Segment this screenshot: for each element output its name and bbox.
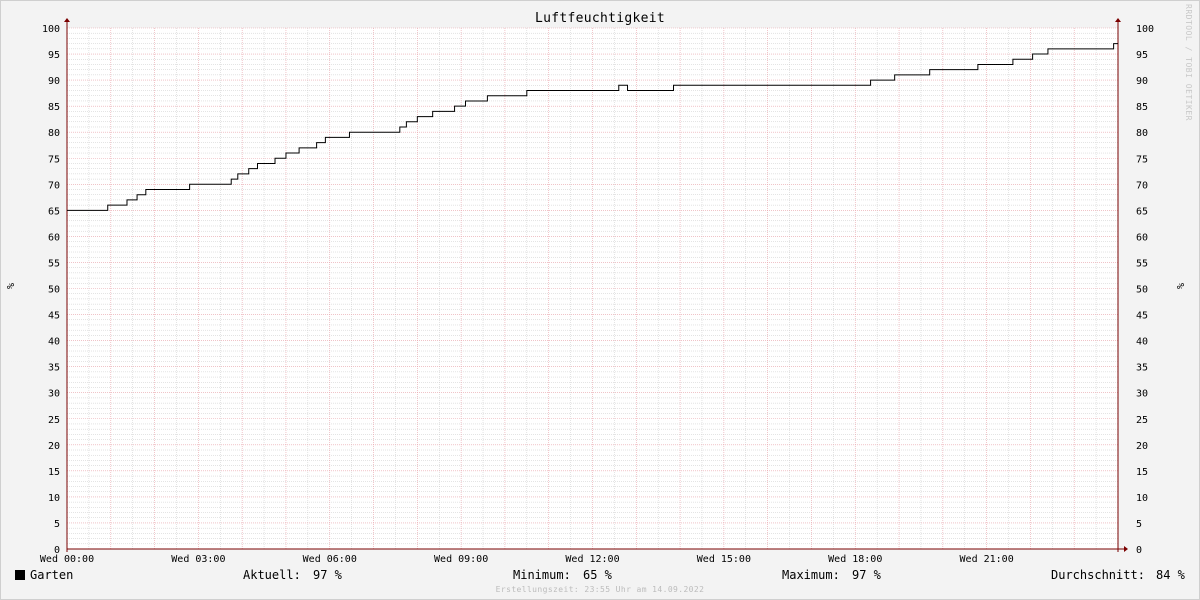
y-tick-label-right: 80 <box>1136 128 1148 139</box>
y-tick-label-right: 45 <box>1136 311 1148 322</box>
x-tick-label: Wed 18:00 <box>828 554 882 565</box>
y-tick-label-left: 80 <box>48 128 60 139</box>
y-tick-label-left: 45 <box>48 311 60 322</box>
y-tick-label-left: 50 <box>48 285 60 296</box>
y-tick-label-left: 35 <box>48 363 60 374</box>
legend-avg-value: 84 % <box>1156 568 1185 582</box>
x-tick-label: Wed 00:00 <box>40 554 94 565</box>
y-tick-label-right: 60 <box>1136 232 1148 243</box>
y-tick-label-right: 15 <box>1136 467 1148 478</box>
y-tick-label-right: 70 <box>1136 180 1148 191</box>
y-tick-label-left: 95 <box>48 50 60 61</box>
y-tick-label-right: 10 <box>1136 493 1148 504</box>
y-tick-label-left: 100 <box>42 24 60 35</box>
y-tick-label-left: 65 <box>48 206 60 217</box>
legend-current-value: 97 % <box>313 568 342 582</box>
chart-canvas: 0 05 510 1015 1520 2025 2530 3035 3540 4045 4550 50… <box>40 18 1154 565</box>
legend-min-value: 65 % <box>583 568 612 582</box>
y-tick-label-right: 25 <box>1136 415 1148 426</box>
x-tick-label: Wed 06:00 <box>303 554 357 565</box>
x-tick-label: Wed 15:00 <box>697 554 751 565</box>
y-tick-label-left: 30 <box>48 389 60 400</box>
y-tick-label-right: 5 <box>1136 519 1142 530</box>
y-tick-label-left: 90 <box>48 76 60 87</box>
y-tick-label-right: 40 <box>1136 337 1148 348</box>
y-tick-label-right: 90 <box>1136 76 1148 87</box>
x-tick-label: Wed 09:00 <box>434 554 488 565</box>
x-tick-label: Wed 03:00 <box>171 554 225 565</box>
y-tick-label-right: 20 <box>1136 441 1148 452</box>
legend-avg-label: Durchschnitt: <box>1051 568 1145 582</box>
y-tick-label-left: 25 <box>48 415 60 426</box>
y-tick-label-left: 5 <box>54 519 60 530</box>
x-axis-arrow <box>1124 546 1128 552</box>
legend-swatch <box>15 570 25 580</box>
y-tick-label-left: 60 <box>48 232 60 243</box>
legend-max-label: Maximum: <box>782 568 840 582</box>
legend-min-label: Minimum: <box>513 568 571 582</box>
y-tick-label-right: 55 <box>1136 258 1148 269</box>
y-tick-label-right: 95 <box>1136 50 1148 61</box>
x-tick-label: Wed 12:00 <box>565 554 619 565</box>
y-tick-label-left: 70 <box>48 180 60 191</box>
y-tick-label-right: 30 <box>1136 389 1148 400</box>
legend-current-label: Aktuell: <box>243 568 301 582</box>
y-tick-label-left: 55 <box>48 258 60 269</box>
y-tick-label-right: 75 <box>1136 154 1148 165</box>
legend-row: Garten Aktuell: 97 % Minimum: 65 % Maxim… <box>0 568 1200 584</box>
y-tick-label-left: 10 <box>48 493 60 504</box>
y-tick-label-left: 20 <box>48 441 60 452</box>
y-tick-label-left: 85 <box>48 102 60 113</box>
y-tick-label-left: 15 <box>48 467 60 478</box>
y-tick-label-right: 100 <box>1136 24 1154 35</box>
y-axis-left-arrow <box>64 18 70 22</box>
y-tick-label-left: 75 <box>48 154 60 165</box>
y-axis-right-arrow <box>1115 18 1121 22</box>
y-tick-label-right: 50 <box>1136 285 1148 296</box>
legend-series-name: Garten <box>30 568 74 582</box>
y-tick-label-right: 85 <box>1136 102 1148 113</box>
y-tick-label-right: 65 <box>1136 206 1148 217</box>
y-tick-label-left: 40 <box>48 337 60 348</box>
creation-timestamp: Erstellungszeit: 23:55 Uhr am 14.09.2022 <box>495 585 705 594</box>
legend-max-value: 97 % <box>852 568 881 582</box>
y-tick-label-right: 35 <box>1136 363 1148 374</box>
y-tick-label-right: 0 <box>1136 545 1142 556</box>
x-tick-label: Wed 21:00 <box>960 554 1014 565</box>
